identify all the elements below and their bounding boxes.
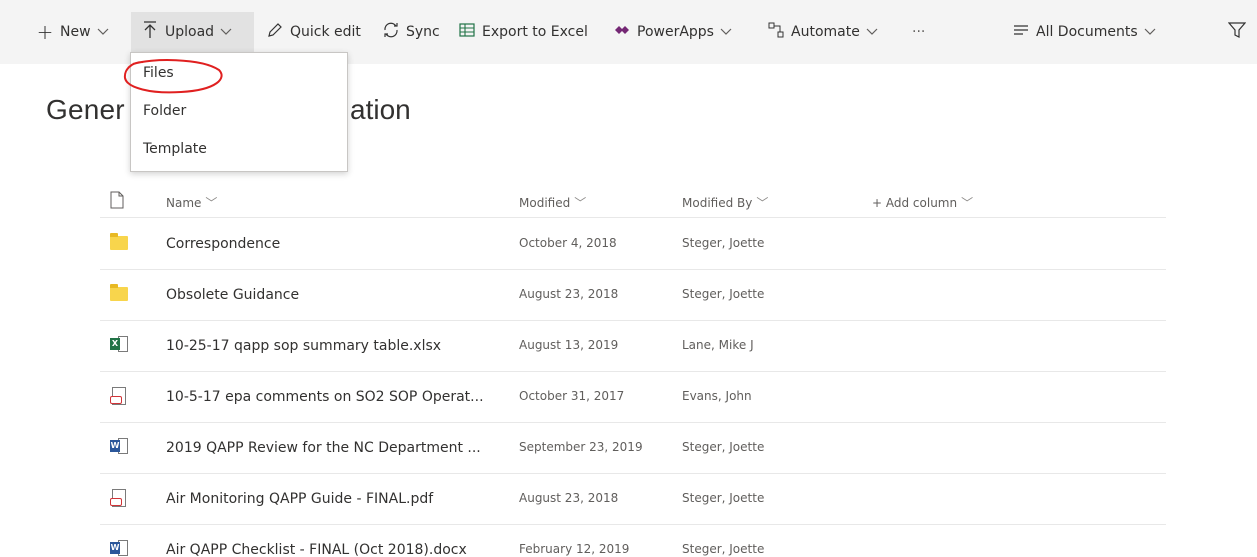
chevron-down-icon xyxy=(720,24,732,40)
modified-date: August 23, 2018 xyxy=(519,287,619,301)
list-lines-icon xyxy=(1012,24,1030,40)
modified-date: September 23, 2019 xyxy=(519,440,643,454)
flow-icon xyxy=(767,22,785,42)
quick-edit-button[interactable]: Quick edit xyxy=(266,12,361,52)
more-button[interactable]: ··· xyxy=(912,12,925,52)
view-selector[interactable]: All Documents xyxy=(1012,12,1156,52)
table-row[interactable]: W Air QAPP Checklist - FINAL (Oct 2018).… xyxy=(100,525,1166,557)
file-name[interactable]: 10-25-17 qapp sop summary table.xlsx xyxy=(166,338,441,354)
modified-by[interactable]: Steger, Joette xyxy=(682,236,764,250)
menu-item-template[interactable]: Template xyxy=(143,141,207,157)
new-button[interactable]: + New xyxy=(36,12,109,52)
quick-edit-label: Quick edit xyxy=(290,24,361,40)
folder-icon xyxy=(110,284,128,303)
file-name[interactable]: 2019 QAPP Review for the NC Department .… xyxy=(166,440,481,456)
table-row[interactable]: X 10-25-17 qapp sop summary table.xlsx A… xyxy=(100,321,1166,372)
modified-by-header-label: Modified By xyxy=(682,196,753,210)
table-header: Name ﹀ Modified ﹀ Modified By ﹀ + Add colum… xyxy=(100,186,1166,218)
file-name[interactable]: Correspondence xyxy=(166,236,280,252)
automate-label: Automate xyxy=(791,24,860,40)
modified-by[interactable]: Steger, Joette xyxy=(682,287,764,301)
chevron-down-icon xyxy=(97,24,109,40)
view-label: All Documents xyxy=(1036,24,1138,40)
pdf-file-icon xyxy=(110,387,128,405)
column-header-modified-by[interactable]: Modified By ﹀ xyxy=(682,194,768,211)
file-name[interactable]: Obsolete Guidance xyxy=(166,287,299,303)
word-file-icon: W xyxy=(110,540,128,557)
add-column-label: Add column xyxy=(885,196,958,210)
filter-funnel-icon xyxy=(1227,21,1247,43)
excel-file-icon: X xyxy=(110,336,128,354)
document-type-icon[interactable] xyxy=(110,191,124,212)
modified-by[interactable]: Steger, Joette xyxy=(682,440,764,454)
chevron-down-icon xyxy=(220,24,232,40)
sync-button[interactable]: Sync xyxy=(382,12,440,52)
file-name[interactable]: Air QAPP Checklist - FINAL (Oct 2018).do… xyxy=(166,542,467,557)
chevron-down-icon: ﹀ xyxy=(961,196,974,210)
export-to-excel-button[interactable]: Export to Excel xyxy=(458,12,588,52)
modified-by[interactable]: Lane, Mike J xyxy=(682,338,754,352)
upload-arrow-icon xyxy=(141,21,159,43)
modified-header-label: Modified xyxy=(519,196,571,210)
chevron-down-icon: ﹀ xyxy=(205,196,218,210)
table-row[interactable]: Correspondence October 4, 2018 Steger, J… xyxy=(100,219,1166,270)
powerapps-label: PowerApps xyxy=(637,24,714,40)
file-name[interactable]: 10-5-17 epa comments on SO2 SOP Operat..… xyxy=(166,389,484,405)
modified-by[interactable]: Steger, Joette xyxy=(682,491,764,505)
file-name[interactable]: Air Monitoring QAPP Guide - FINAL.pdf xyxy=(166,491,433,507)
table-row[interactable]: W 2019 QAPP Review for the NC Department… xyxy=(100,423,1166,474)
plus-icon: + xyxy=(36,20,54,44)
modified-by[interactable]: Evans, John xyxy=(682,389,752,403)
automate-button[interactable]: Automate xyxy=(767,12,878,52)
menu-item-files[interactable]: Files xyxy=(143,65,174,81)
page-title-end: ation xyxy=(350,94,411,125)
chevron-down-icon: ﹀ xyxy=(574,196,587,210)
add-column-button[interactable]: + Add column ﹀ xyxy=(872,194,973,211)
table-row[interactable]: 10-5-17 epa comments on SO2 SOP Operat..… xyxy=(100,372,1166,423)
filter-button[interactable] xyxy=(1227,12,1247,52)
modified-date: October 31, 2017 xyxy=(519,389,625,403)
modified-by[interactable]: Steger, Joette xyxy=(682,542,764,556)
plus-icon: + xyxy=(872,196,886,210)
chevron-down-icon: ﹀ xyxy=(756,196,769,210)
export-label: Export to Excel xyxy=(482,24,588,40)
sync-label: Sync xyxy=(406,24,440,40)
table-row[interactable]: Air Monitoring QAPP Guide - FINAL.pdf Au… xyxy=(100,474,1166,525)
pencil-icon xyxy=(266,22,284,42)
menu-item-folder[interactable]: Folder xyxy=(143,103,186,119)
chevron-down-icon xyxy=(1144,24,1156,40)
chevron-down-icon xyxy=(866,24,878,40)
page-title-start: Gener xyxy=(46,94,125,125)
excel-grid-icon xyxy=(458,22,476,42)
more-icon: ··· xyxy=(912,24,926,40)
table-row[interactable]: Obsolete Guidance August 23, 2018 Steger… xyxy=(100,270,1166,321)
new-label: New xyxy=(60,24,91,40)
column-header-name[interactable]: Name ﹀ xyxy=(166,194,217,211)
column-header-modified[interactable]: Modified ﹀ xyxy=(519,194,586,211)
modified-date: October 4, 2018 xyxy=(519,236,617,250)
pdf-file-icon xyxy=(110,489,128,507)
powerapps-button[interactable]: PowerApps xyxy=(613,12,732,52)
sync-icon xyxy=(382,22,400,42)
powerapps-icon xyxy=(613,24,631,40)
modified-date: February 12, 2019 xyxy=(519,542,630,556)
modified-date: August 13, 2019 xyxy=(519,338,619,352)
upload-button[interactable]: Upload xyxy=(131,12,254,52)
upload-label: Upload xyxy=(165,24,215,40)
name-header-label: Name xyxy=(166,196,202,210)
word-file-icon: W xyxy=(110,438,128,456)
upload-dropdown-menu: Files Folder Template xyxy=(130,52,348,172)
folder-icon xyxy=(110,233,128,252)
modified-date: August 23, 2018 xyxy=(519,491,619,505)
